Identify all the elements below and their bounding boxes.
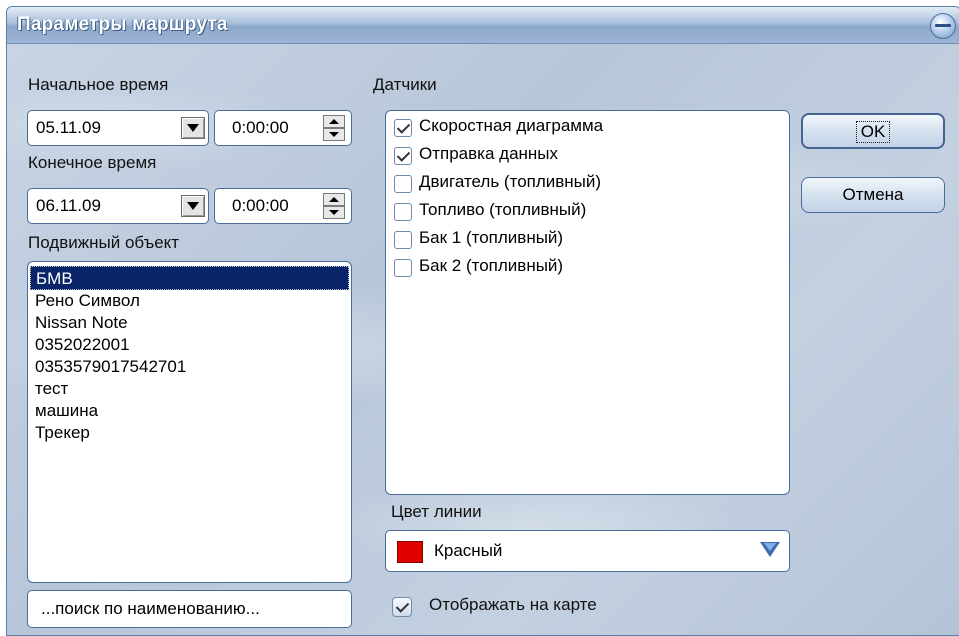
search-by-name-button[interactable]: ...поиск по наименованию... [27,590,352,628]
ok-button-label: OK [855,121,891,143]
sensor-item[interactable]: Отправка данных [394,144,789,172]
sensor-item[interactable]: Скоростная диаграмма [394,116,789,144]
spin-down-icon[interactable] [323,206,345,219]
list-item[interactable]: машина [30,400,349,422]
checkbox-checked-icon[interactable] [394,147,412,165]
line-color-label: Цвет линии [391,502,482,521]
start-time-value: 0:00:00 [232,118,289,137]
list-item[interactable]: Nissan Note [30,312,349,334]
start-time-label: Начальное время [28,75,169,94]
sensor-item[interactable]: Бак 1 (топливный) [394,228,789,256]
ok-button[interactable]: OK [801,113,945,149]
list-item[interactable]: тест [30,378,349,400]
checkbox-icon[interactable] [394,203,412,221]
cancel-button[interactable]: Отмена [801,177,945,213]
title-bar[interactable]: Параметры маршрута [7,7,959,44]
list-item[interactable]: Трекер [30,422,349,444]
show-on-map-label[interactable]: Отображать на карте [429,595,597,615]
end-time-spinner[interactable] [323,193,345,219]
dialog-title: Параметры маршрута [17,14,228,35]
line-color-combo[interactable]: Красный [385,530,790,572]
checkbox-icon[interactable] [394,231,412,249]
list-item[interactable]: Рено Символ [30,290,349,312]
chevron-down-icon[interactable] [181,195,205,217]
checkbox-icon[interactable] [394,259,412,277]
sensor-label: Бак 1 (топливный) [419,228,564,247]
end-date-combo[interactable]: 06.11.09 [27,188,209,224]
start-time-spinner[interactable] [323,115,345,141]
end-time-input[interactable]: 0:00:00 [214,188,352,224]
end-date-value: 06.11.09 [36,196,101,215]
end-time-value: 0:00:00 [232,196,289,215]
checkbox-icon[interactable] [394,175,412,193]
dropdown-arrow-icon[interactable] [759,540,781,562]
sensor-label: Топливо (топливный) [419,200,587,219]
checkbox-checked-icon[interactable] [394,119,412,137]
end-time-label: Конечное время [28,153,157,172]
moving-object-list[interactable]: БМВ Рено Символ Nissan Note 0352022001 0… [27,261,352,583]
sensor-label: Отправка данных [419,144,559,163]
sensor-label: Бак 2 (топливный) [419,256,564,275]
start-date-combo[interactable]: 05.11.09 [27,110,209,146]
list-item[interactable]: 0352022001 [30,334,349,356]
sensor-item[interactable]: Топливо (топливный) [394,200,789,228]
spin-up-icon[interactable] [323,115,345,128]
sensors-label: Датчики [373,75,437,94]
spin-down-icon[interactable] [323,128,345,141]
route-parameters-dialog: Параметры маршрута Начальное время 05.11… [6,6,959,636]
list-item[interactable]: БМВ [30,266,349,290]
list-item[interactable]: 0353579017542701 [30,356,349,378]
checkbox-checked-icon[interactable] [392,597,412,617]
start-time-input[interactable]: 0:00:00 [214,110,352,146]
sensor-label: Двигатель (топливный) [419,172,602,191]
sensor-label: Скоростная диаграмма [419,116,604,135]
sensors-list[interactable]: Скоростная диаграмма Отправка данных Дви… [385,110,790,495]
line-color-value: Красный [434,541,503,560]
color-swatch [397,541,423,563]
start-date-value: 05.11.09 [36,118,101,137]
cancel-button-label: Отмена [842,185,904,204]
moving-object-label: Подвижный объект [28,233,180,252]
spin-up-icon[interactable] [323,193,345,206]
close-icon[interactable] [930,13,956,39]
sensor-item[interactable]: Бак 2 (топливный) [394,256,789,284]
chevron-down-icon[interactable] [181,117,205,139]
search-by-name-label: ...поиск по наименованию... [41,599,260,618]
sensor-item[interactable]: Двигатель (топливный) [394,172,789,200]
